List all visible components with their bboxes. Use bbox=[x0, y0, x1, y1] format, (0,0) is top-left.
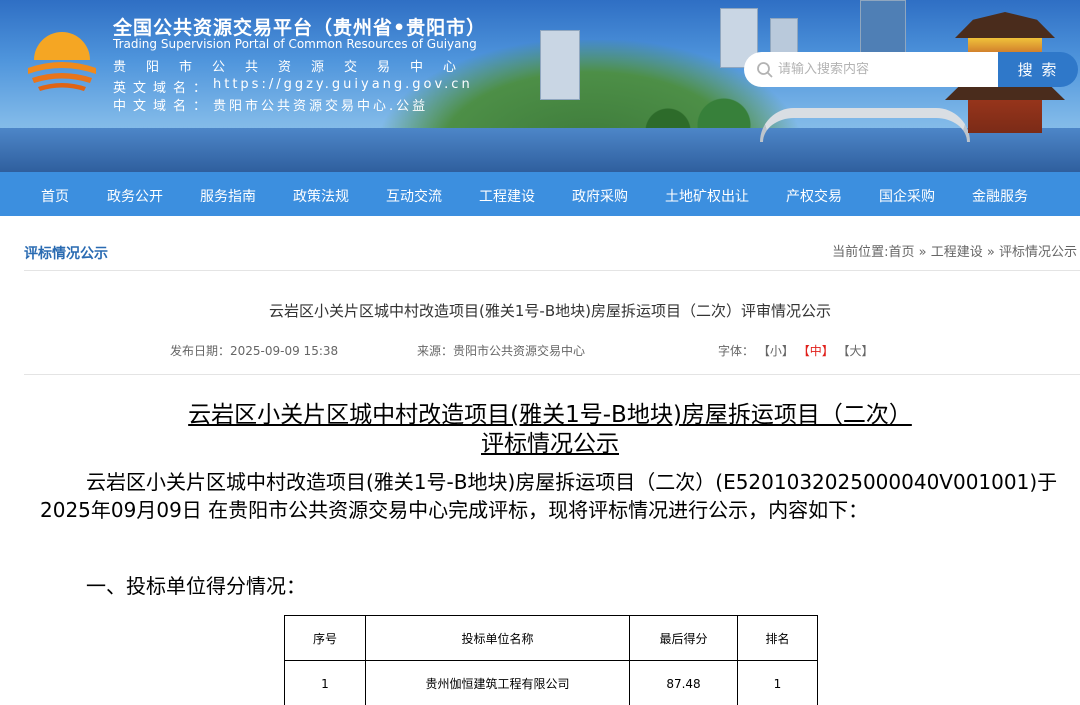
document-title-line2: 评标情况公示 bbox=[481, 431, 619, 457]
nav-item-home[interactable]: 首页 bbox=[41, 186, 69, 206]
site-logo-icon[interactable] bbox=[24, 26, 100, 94]
breadcrumb-current[interactable]: 评标情况公示 bbox=[999, 245, 1077, 260]
breadcrumb: 当前位置:首页 » 工程建设 » 评标情况公示 bbox=[832, 241, 1077, 260]
font-size-label: 字体： bbox=[718, 344, 755, 358]
publish-date: 发布日期：2025-09-09 15:38 bbox=[170, 344, 339, 358]
main-nav: 首页 政务公开 服务指南 政策法规 互动交流 工程建设 政府采购 土地矿权出让 … bbox=[0, 172, 1080, 216]
table-header-cell: 投标单位名称 bbox=[365, 615, 630, 661]
article-source: 来源：贵阳市公共资源交易中心 bbox=[417, 344, 586, 358]
banner-building bbox=[860, 0, 906, 56]
search-icon bbox=[757, 61, 773, 78]
chinese-domain-label: 中文域名： bbox=[113, 99, 214, 114]
nav-item-soe-procurement[interactable]: 国企采购 bbox=[879, 186, 935, 206]
divider bbox=[24, 270, 1080, 271]
table-header-cell: 序号 bbox=[284, 615, 366, 661]
center-name: 贵阳市公共资源交易中心 bbox=[113, 60, 477, 75]
center-name-row: 贵阳市公共资源交易中心 bbox=[113, 56, 476, 75]
search-button[interactable]: 搜 索 bbox=[998, 52, 1078, 87]
breadcrumb-home[interactable]: 首页 bbox=[889, 245, 915, 260]
table-cell: 贵州伽恒建筑工程有限公司 bbox=[365, 660, 630, 705]
font-size-large[interactable]: 【大】 bbox=[838, 344, 874, 358]
table-cell: 1 bbox=[284, 660, 366, 705]
column-title: 评标情况公示 bbox=[24, 246, 108, 262]
banner-bridge bbox=[760, 108, 970, 142]
nav-item-engineering[interactable]: 工程建设 bbox=[479, 186, 535, 206]
site-title: 全国公共资源交易平台（贵州省•贵阳市） bbox=[113, 17, 487, 39]
nav-item-gov-procurement[interactable]: 政府采购 bbox=[572, 186, 628, 206]
table-cell: 87.48 bbox=[629, 660, 738, 705]
banner-pavilion-roof bbox=[955, 12, 1055, 38]
breadcrumb-prefix: 当前位置: bbox=[832, 245, 889, 260]
table-header-cell: 排名 bbox=[737, 615, 818, 661]
font-size-switcher: 字体： 【小】 【中】 【大】 bbox=[718, 342, 874, 359]
search-input[interactable] bbox=[778, 62, 988, 77]
english-domain-value[interactable]: https://ggzy.guiyang.gov.cn bbox=[213, 77, 473, 96]
score-table: 序号 投标单位名称 最后得分 排名 1 贵州伽恒建筑工程有限公司 87.48 1 bbox=[284, 615, 818, 705]
table-header-row: 序号 投标单位名称 最后得分 排名 bbox=[284, 615, 818, 661]
english-domain-label: 英文域名： bbox=[113, 81, 214, 96]
table-header-cell: 最后得分 bbox=[629, 615, 738, 661]
table-row: 1 贵州伽恒建筑工程有限公司 87.48 1 bbox=[284, 660, 818, 705]
nav-item-interaction[interactable]: 互动交流 bbox=[386, 186, 442, 206]
font-size-small[interactable]: 【小】 bbox=[758, 344, 794, 358]
chinese-domain-value[interactable]: 贵阳市公共资源交易中心.公益 bbox=[213, 95, 428, 114]
breadcrumb-separator: » bbox=[914, 245, 931, 260]
nav-item-service-guide[interactable]: 服务指南 bbox=[200, 186, 256, 206]
document-paragraph: 云岩区小关片区城中村改造项目(雅关1号-B地块)房屋拆运项目（二次）(E5201… bbox=[40, 468, 1070, 524]
banner-building bbox=[540, 30, 580, 100]
nav-item-finance[interactable]: 金融服务 bbox=[972, 186, 1028, 206]
search-box bbox=[744, 52, 998, 87]
nav-item-gov-affairs[interactable]: 政务公开 bbox=[107, 186, 163, 206]
breadcrumb-separator: » bbox=[982, 245, 999, 260]
breadcrumb-engineering[interactable]: 工程建设 bbox=[931, 245, 983, 260]
english-domain-row: 英文域名： https://ggzy.guiyang.gov.cn bbox=[113, 77, 473, 96]
site-subtitle: Trading Supervision Portal of Common Res… bbox=[113, 37, 477, 51]
table-cell: 1 bbox=[737, 660, 818, 705]
font-size-medium[interactable]: 【中】 bbox=[798, 344, 834, 358]
article-title: 云岩区小关片区城中村改造项目(雅关1号-B地块)房屋拆运项目（二次）评审情况公示 bbox=[269, 302, 831, 320]
nav-item-policies[interactable]: 政策法规 bbox=[293, 186, 349, 206]
chinese-domain-row: 中文域名： 贵阳市公共资源交易中心.公益 bbox=[113, 95, 428, 114]
divider bbox=[24, 374, 1080, 375]
section-heading: 一、投标单位得分情况： bbox=[86, 574, 306, 598]
nav-item-property[interactable]: 产权交易 bbox=[786, 186, 842, 206]
nav-item-land-mining[interactable]: 土地矿权出让 bbox=[665, 186, 749, 206]
header-banner: 全国公共资源交易平台（贵州省•贵阳市） Trading Supervision … bbox=[0, 0, 1080, 172]
document-paragraph-text: 云岩区小关片区城中村改造项目(雅关1号-B地块)房屋拆运项目（二次）(E5201… bbox=[40, 470, 1058, 522]
